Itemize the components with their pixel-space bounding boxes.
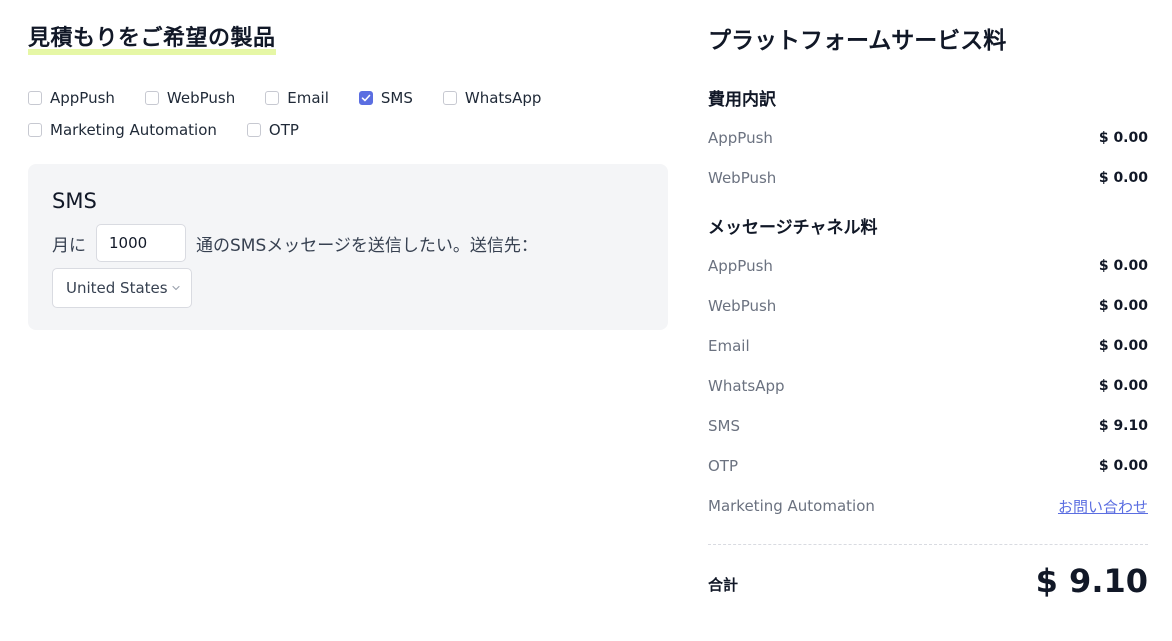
breakdown-title: 費用内訳	[708, 90, 776, 110]
row-label: AppPush	[708, 257, 773, 275]
checkbox-label: WhatsApp	[464, 89, 542, 107]
total-row: 合計 $ 9.10	[708, 563, 1148, 599]
sms-quantity-input[interactable]	[96, 224, 186, 262]
checkbox-label: Marketing Automation	[50, 121, 217, 139]
pricing-page: 見積もりをご希望の製品 AppPush WebPush Email SMS Wh…	[0, 0, 1172, 641]
checkbox-whatsapp[interactable]: WhatsApp	[442, 88, 542, 108]
checkbox-box[interactable]	[144, 91, 159, 105]
channel-row-email: Email $ 0.00	[708, 326, 1148, 366]
checkbox-box[interactable]	[442, 91, 457, 105]
row-value: $ 0.00	[1098, 338, 1148, 354]
row-value: $ 0.00	[1098, 378, 1148, 394]
checkbox-sms[interactable]: SMS	[358, 88, 413, 108]
checkbox-label: Email	[287, 89, 329, 107]
total-value: $ 9.10	[1035, 562, 1148, 600]
channel-row-sms: SMS $ 9.10	[708, 406, 1148, 446]
row-label: OTP	[708, 457, 739, 475]
country-select-value: United States	[66, 279, 168, 297]
price-summary: プラットフォームサービス料 費用内訳 AppPush $ 0.00 WebPus…	[708, 20, 1148, 599]
breakdown-section: 費用内訳 AppPush $ 0.00 WebPush $ 0.00	[708, 88, 1148, 198]
row-label: SMS	[708, 417, 740, 435]
row-value: $ 0.00	[1098, 170, 1148, 186]
channel-row-otp: OTP $ 0.00	[708, 446, 1148, 486]
row-label: WebPush	[708, 297, 777, 315]
sms-config-panel: SMS 月に 通のSMSメッセージを送信したい。送信先： United Stat…	[28, 164, 668, 330]
summary-title: プラットフォームサービス料	[708, 28, 1007, 54]
row-label: WhatsApp	[708, 377, 785, 395]
checkbox-email[interactable]: Email	[265, 88, 329, 108]
row-value: $ 0.00	[1098, 258, 1148, 274]
check-icon	[361, 94, 371, 102]
quantity-suffix: 通のSMSメッセージを送信したい。送信先：	[196, 235, 538, 256]
channel-fees-title: メッセージチャネル料	[708, 218, 878, 238]
checkbox-label: AppPush	[50, 89, 115, 107]
checkbox-marketing-automation[interactable]: Marketing Automation	[28, 120, 217, 140]
quantity-prefix: 月に	[52, 235, 86, 256]
checkbox-label: SMS	[380, 89, 413, 107]
row-value: $ 0.00	[1098, 458, 1148, 474]
row-label: WebPush	[708, 169, 777, 187]
total-label: 合計	[708, 576, 739, 594]
contact-us-link[interactable]: お問い合わせ	[1058, 496, 1148, 517]
checkbox-box[interactable]	[28, 91, 42, 105]
channel-row-whatsapp: WhatsApp $ 0.00	[708, 366, 1148, 406]
checkbox-box-checked[interactable]	[358, 91, 373, 105]
product-checkbox-group: AppPush WebPush Email SMS WhatsApp Marke…	[28, 88, 588, 140]
row-value: $ 9.10	[1098, 418, 1148, 434]
product-selection: 見積もりをご希望の製品 AppPush WebPush Email SMS Wh…	[28, 20, 668, 330]
breakdown-row-webpush: WebPush $ 0.00	[708, 158, 1148, 198]
checkbox-label: WebPush	[166, 89, 236, 107]
sms-panel-title: SMS	[52, 189, 97, 213]
title-wrap: 見積もりをご希望の製品	[28, 20, 276, 58]
chevron-down-icon	[171, 283, 181, 293]
row-value: $ 0.00	[1098, 130, 1148, 146]
checkbox-apppush[interactable]: AppPush	[28, 88, 115, 108]
country-select[interactable]: United States	[52, 268, 192, 308]
page-title: 見積もりをご希望の製品	[28, 26, 276, 51]
row-value: $ 0.00	[1098, 298, 1148, 314]
sms-quantity-row: 月に 通のSMSメッセージを送信したい。送信先：	[52, 224, 644, 262]
checkbox-webpush[interactable]: WebPush	[144, 88, 236, 108]
channel-fees-section: メッセージチャネル料 AppPush $ 0.00 WebPush $ 0.00…	[708, 216, 1148, 526]
checkbox-otp[interactable]: OTP	[246, 120, 299, 140]
channel-row-marketing-automation: Marketing Automation お問い合わせ	[708, 486, 1148, 526]
row-label: AppPush	[708, 129, 773, 147]
checkbox-label: OTP	[268, 121, 299, 139]
channel-row-webpush: WebPush $ 0.00	[708, 286, 1148, 326]
checkbox-box[interactable]	[265, 91, 280, 105]
channel-row-apppush: AppPush $ 0.00	[708, 246, 1148, 286]
total-divider	[708, 544, 1148, 545]
checkbox-box[interactable]	[28, 123, 42, 137]
row-label: Marketing Automation	[708, 497, 875, 515]
checkbox-box[interactable]	[246, 123, 261, 137]
row-label: Email	[708, 337, 750, 355]
breakdown-row-apppush: AppPush $ 0.00	[708, 118, 1148, 158]
